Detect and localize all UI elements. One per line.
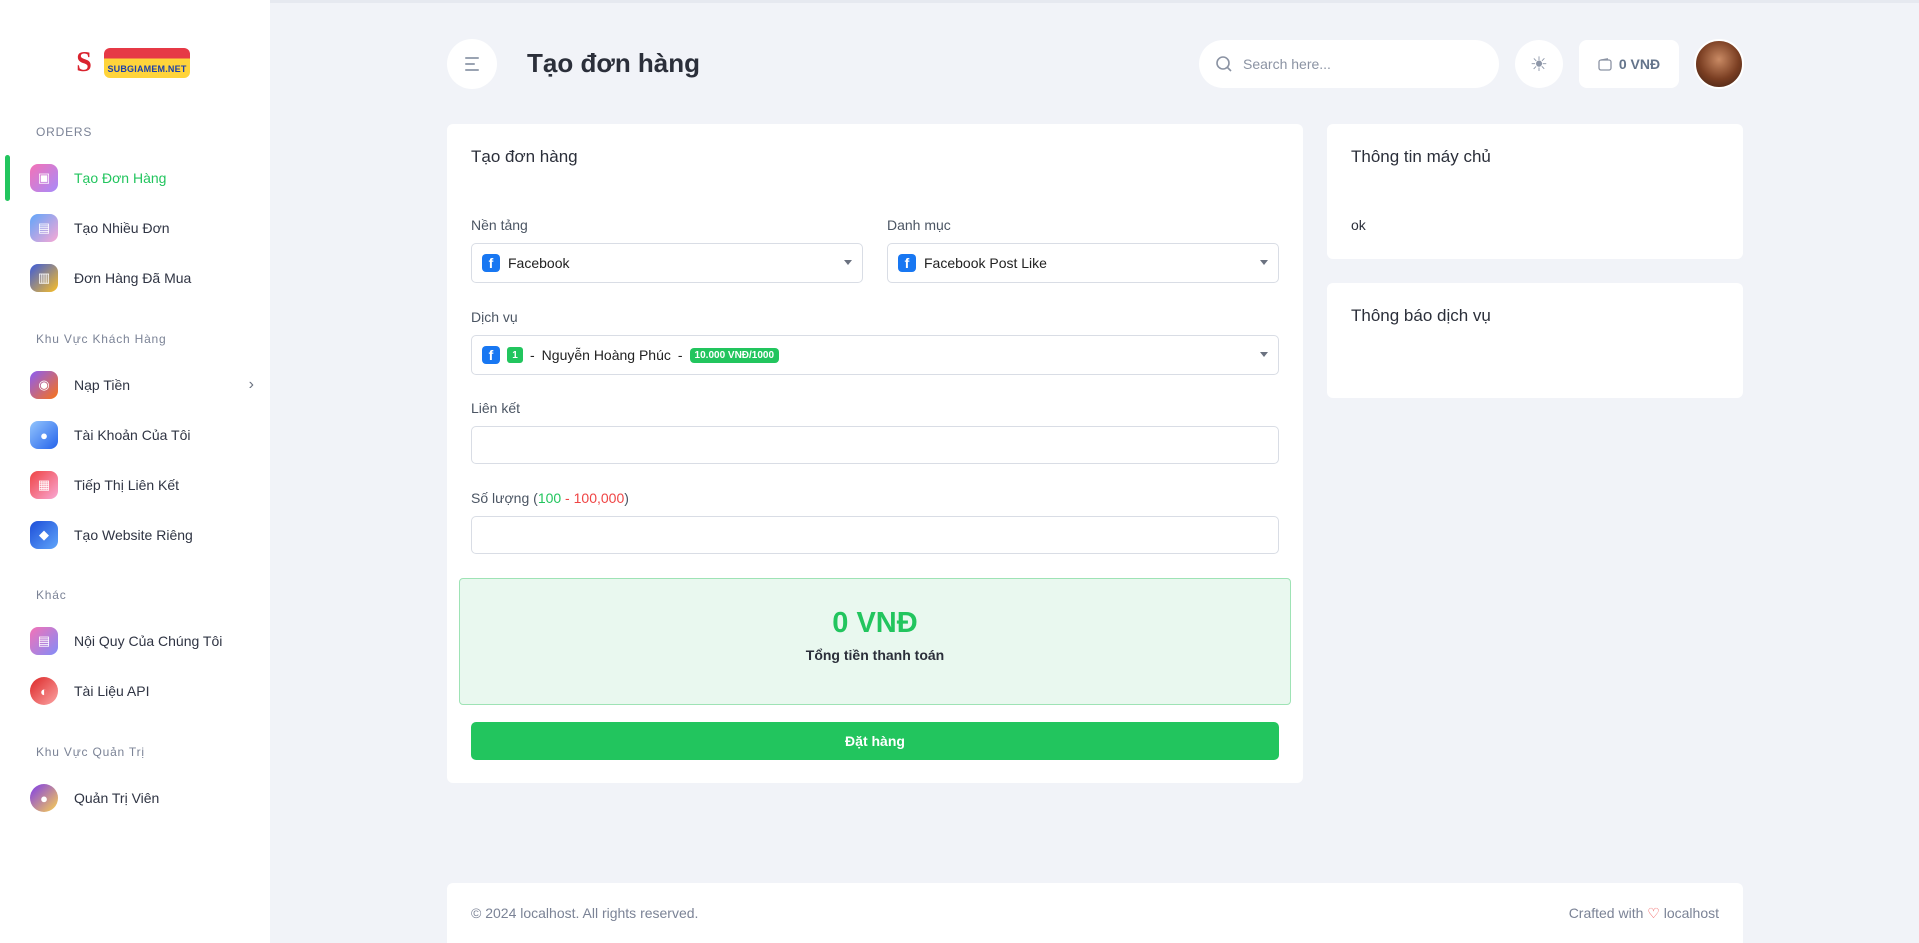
wallet-icon: [1598, 57, 1612, 71]
logo-badge: SUBGIAMEM.NET: [104, 48, 190, 78]
wallet-balance[interactable]: 0 VNĐ: [1579, 40, 1679, 88]
footer-crafted-suffix: localhost: [1663, 904, 1719, 921]
search-box: [1199, 40, 1499, 88]
menu-toggle-button[interactable]: [447, 39, 497, 89]
total-box: 0 VNĐ Tổng tiền thanh toán: [459, 578, 1291, 705]
sidebar-item-deposit[interactable]: ◉ Nạp Tiền ›: [30, 365, 260, 405]
sun-icon: ☀: [1530, 53, 1548, 76]
sidebar-item-rules[interactable]: ▤ Nội Quy Của Chúng Tôi: [30, 621, 260, 661]
footer-copyright: © 2024 localhost. All rights reserved.: [471, 905, 699, 921]
sidebar-item-create-website[interactable]: ◆ Tạo Website Riêng: [30, 515, 260, 555]
balance-text: 0 VNĐ: [1618, 56, 1661, 72]
section-customer: Khu Vực Khách Hàng: [36, 332, 167, 346]
facebook-icon: f: [482, 254, 500, 272]
sidebar: S SUBGIAMEM.NET ORDERS ▣ Tạo Đơn Hàng ▤ …: [0, 0, 270, 943]
category-value: Facebook Post Like: [924, 255, 1047, 271]
server-info-content: ok: [1351, 217, 1366, 233]
service-price-badge: 10.000 VNĐ/1000: [689, 347, 780, 363]
search-input[interactable]: [1243, 56, 1473, 72]
api-icon: ◐: [30, 677, 58, 705]
search-icon: [1216, 56, 1232, 72]
sidebar-item-label: Tạo Đơn Hàng: [74, 170, 167, 186]
facebook-icon: f: [482, 346, 500, 364]
link-label: Liên kết: [471, 400, 521, 416]
page-title: Tạo đơn hàng: [527, 48, 701, 78]
cart-icon: ▣: [30, 164, 58, 192]
facebook-icon: f: [898, 254, 916, 272]
total-caption: Tổng tiền thanh toán: [805, 647, 945, 663]
top-border: [0, 0, 1919, 3]
quantity-range-separator: -: [561, 490, 574, 506]
section-orders: ORDERS: [36, 125, 93, 139]
sidebar-item-label: Tạo Website Riêng: [74, 527, 193, 543]
sidebar-item-api-docs[interactable]: ◐ Tài Liệu API: [30, 671, 260, 711]
order-form-title: Tạo đơn hàng: [471, 147, 578, 166]
avatar[interactable]: [1694, 39, 1744, 89]
server-info-card: [1327, 124, 1743, 259]
quantity-input[interactable]: [471, 516, 1279, 554]
service-select[interactable]: f 1 - Nguyễn Hoàng Phúc - 10.000 VNĐ/100…: [471, 335, 1279, 375]
sidebar-item-my-account[interactable]: ● Tài Khoản Của Tôi: [30, 415, 260, 455]
quantity-max: 100,000: [573, 490, 625, 506]
wallet-icon: ◉: [30, 371, 58, 399]
quantity-label: Số lượng (100 - 100,000): [471, 490, 629, 506]
sidebar-item-admin[interactable]: ● Quản Trị Viên: [30, 778, 260, 818]
quantity-min: 100: [537, 490, 562, 506]
menu-line: [465, 57, 479, 59]
active-indicator: [5, 155, 10, 201]
menu-line: [465, 63, 475, 65]
service-notice-card: [1327, 283, 1743, 398]
caret-down-icon: [844, 260, 852, 265]
sidebar-item-label: Tài Liệu API: [74, 683, 150, 699]
section-other: Khác: [36, 588, 67, 602]
service-separator: -: [530, 347, 535, 363]
sidebar-item-label: Quản Trị Viên: [74, 790, 160, 806]
service-notice-title: Thông báo dịch vụ: [1351, 306, 1491, 325]
sidebar-item-affiliate[interactable]: ▦ Tiếp Thị Liên Kết: [30, 465, 260, 505]
sidebar-item-purchased-orders[interactable]: ▥ Đơn Hàng Đã Mua: [30, 258, 260, 298]
sidebar-item-label: Nội Quy Của Chúng Tôi: [74, 633, 223, 649]
sidebar-item-label: Nạp Tiền: [74, 377, 131, 393]
brand-logo[interactable]: S SUBGIAMEM.NET: [70, 46, 195, 80]
category-label: Danh mục: [887, 217, 951, 233]
total-amount: 0 VNĐ: [832, 607, 918, 639]
footer-crafted: Crafted with ♡ localhost: [1569, 905, 1719, 922]
service-name: Nguyễn Hoàng Phúc: [541, 347, 671, 363]
footer: © 2024 localhost. All rights reserved. C…: [447, 883, 1743, 943]
calendar-icon: ▦: [30, 471, 58, 499]
category-select[interactable]: f Facebook Post Like: [887, 243, 1279, 283]
service-label: Dịch vụ: [471, 309, 518, 325]
sidebar-item-create-order[interactable]: ▣ Tạo Đơn Hàng: [30, 158, 260, 198]
caret-down-icon: [1260, 352, 1268, 357]
sidebar-item-label: Đơn Hàng Đã Mua: [74, 270, 192, 286]
sidebar-item-label: Tài Khoản Của Tôi: [74, 427, 191, 443]
heart-icon: ♡: [1647, 904, 1660, 921]
footer-crafted-prefix: Crafted with: [1568, 904, 1644, 921]
link-input[interactable]: [471, 426, 1279, 464]
chevron-right-icon: ›: [248, 376, 254, 393]
logo-s-icon: S: [70, 47, 98, 78]
quantity-label-suffix: ): [624, 490, 629, 506]
user-icon: ●: [30, 421, 58, 449]
platform-select[interactable]: f Facebook: [471, 243, 863, 283]
sidebar-item-label: Tạo Nhiều Đơn: [74, 220, 170, 236]
service-separator: -: [677, 347, 683, 363]
box-icon: ◆: [30, 521, 58, 549]
platform-value: Facebook: [508, 255, 570, 271]
section-admin: Khu Vực Quản Trị: [36, 745, 145, 759]
quantity-label-prefix: Số lượng (: [471, 490, 538, 506]
place-order-button[interactable]: Đặt hàng: [471, 722, 1279, 760]
rules-icon: ▤: [30, 627, 58, 655]
menu-line: [465, 69, 479, 71]
theme-toggle-button[interactable]: ☀: [1515, 40, 1563, 88]
shop-icon: ▥: [30, 264, 58, 292]
server-info-title: Thông tin máy chủ: [1351, 147, 1491, 166]
admin-icon: ●: [30, 784, 58, 812]
caret-down-icon: [1260, 260, 1268, 265]
tv-icon: ▤: [30, 214, 58, 242]
sidebar-item-label: Tiếp Thị Liên Kết: [74, 477, 180, 493]
service-id-badge: 1: [507, 347, 523, 363]
sidebar-item-create-multiple[interactable]: ▤ Tạo Nhiều Đơn: [30, 208, 260, 248]
platform-label: Nền tảng: [471, 217, 528, 233]
